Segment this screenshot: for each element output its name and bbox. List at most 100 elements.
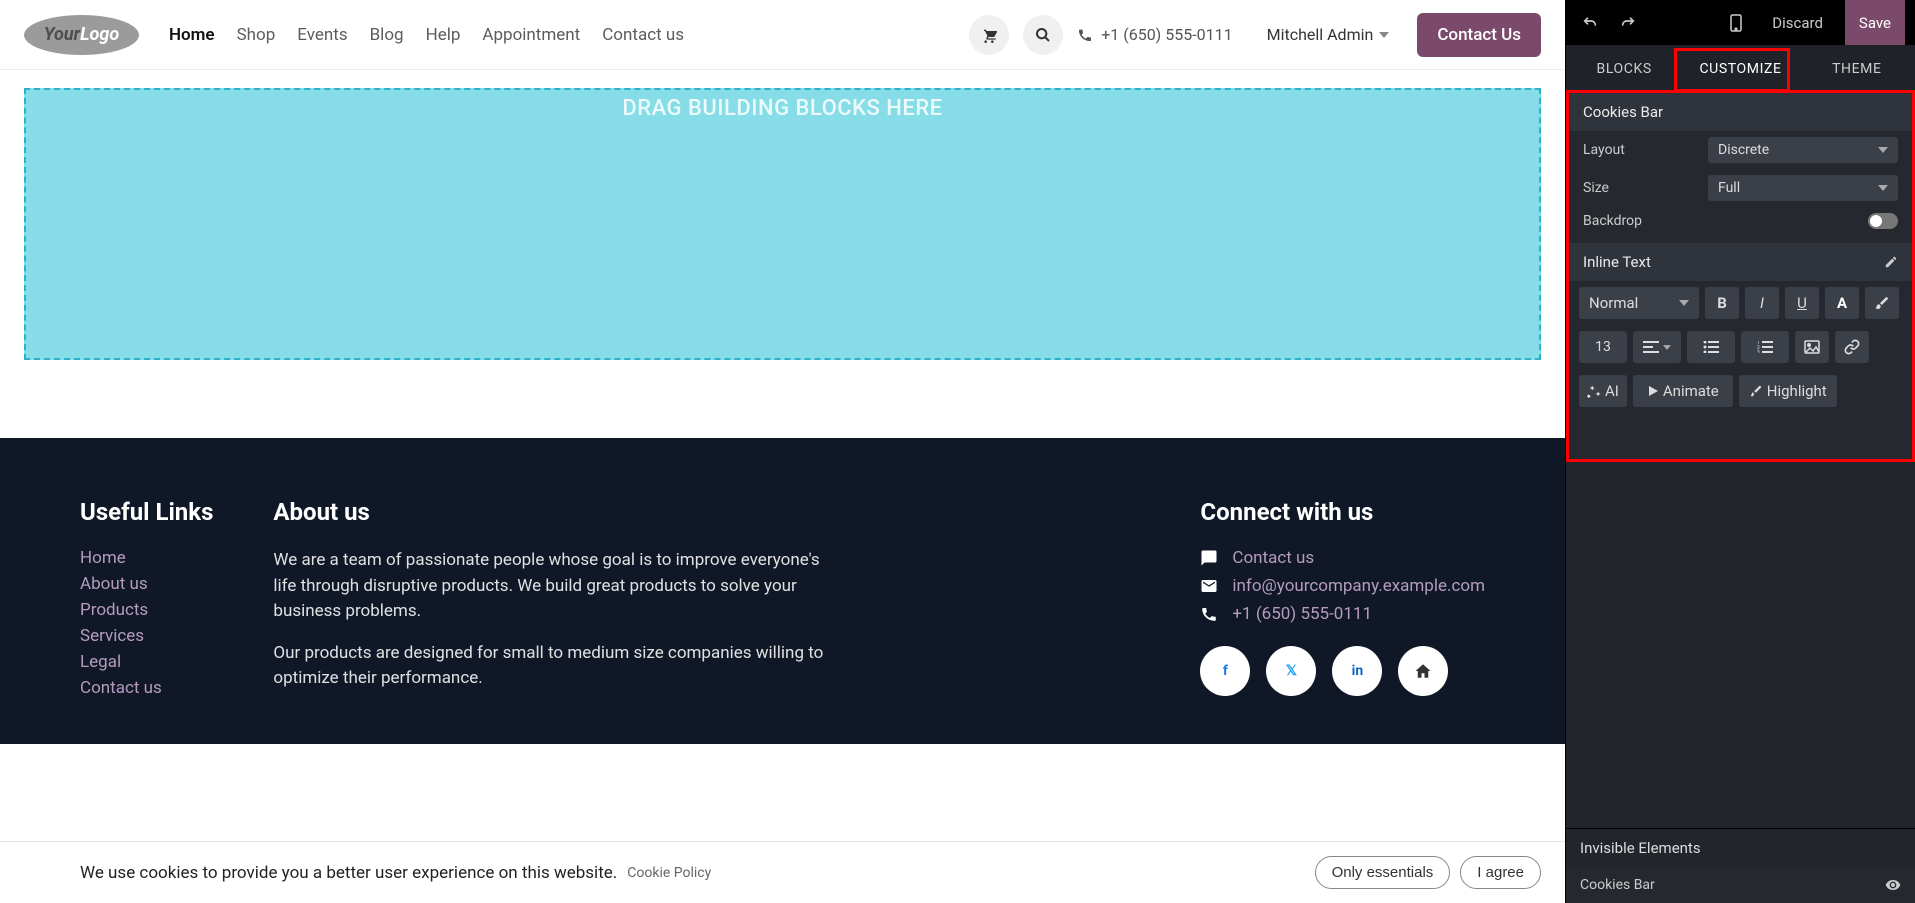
main-nav: Home Shop Events Blog Help Appointment C…	[169, 25, 684, 45]
cookies-bar: We use cookies to provide you a better u…	[0, 841, 1565, 903]
highlight-color-button[interactable]	[1865, 287, 1899, 319]
footer-link-products[interactable]: Products	[80, 600, 213, 620]
text-style-value: Normal	[1589, 294, 1638, 312]
bold-button[interactable]: B	[1705, 287, 1739, 319]
footer-link-services[interactable]: Services	[80, 626, 213, 646]
footer-email[interactable]: info@yourcompany.example.com	[1232, 576, 1485, 596]
nav-events[interactable]: Events	[297, 25, 347, 45]
size-select[interactable]: Full	[1708, 175, 1898, 201]
nav-home[interactable]: Home	[169, 25, 215, 45]
social-linkedin[interactable]: in	[1332, 646, 1382, 696]
size-value: Full	[1718, 180, 1740, 196]
highlight-button[interactable]: Highlight	[1739, 375, 1837, 407]
undo-button[interactable]	[1576, 9, 1604, 37]
invisible-item-cookies-bar[interactable]: Cookies Bar	[1566, 867, 1915, 903]
image-button[interactable]	[1795, 331, 1829, 363]
invisible-elements-section: Invisible Elements Cookies Bar	[1566, 828, 1915, 903]
discard-button[interactable]: Discard	[1760, 0, 1835, 45]
size-label: Size	[1583, 180, 1708, 196]
footer-link-about[interactable]: About us	[80, 574, 213, 594]
font-color-button[interactable]: A	[1825, 287, 1859, 319]
building-blocks-dropzone[interactable]: DRAG BUILDING BLOCKS HERE	[24, 88, 1541, 360]
animate-label: Animate	[1663, 382, 1719, 400]
pencil-icon[interactable]	[1884, 255, 1898, 269]
underline-button[interactable]: U	[1785, 287, 1819, 319]
cookie-policy-link[interactable]: Cookie Policy	[627, 865, 711, 881]
tab-customize[interactable]: CUSTOMIZE	[1682, 45, 1798, 92]
social-x[interactable]: 𝕏	[1266, 646, 1316, 696]
inline-text-title: Inline Text	[1583, 253, 1651, 271]
highlight-label: Highlight	[1767, 382, 1827, 400]
italic-button[interactable]: I	[1745, 287, 1779, 319]
section-inline-text: Inline Text	[1569, 243, 1912, 281]
cart-button[interactable]	[969, 15, 1009, 55]
invisible-elements-title: Invisible Elements	[1566, 829, 1915, 867]
header-phone: +1 (650) 555-0111	[1077, 25, 1232, 44]
phone-icon	[1200, 605, 1218, 623]
animate-button[interactable]: Animate	[1633, 375, 1733, 407]
ai-label: AI	[1605, 382, 1619, 400]
caret-down-icon	[1878, 185, 1888, 191]
ordered-list-button[interactable]: 123	[1741, 331, 1789, 363]
layout-value: Discrete	[1718, 142, 1769, 158]
site-footer: Useful Links Home About us Products Serv…	[0, 438, 1565, 744]
layout-label: Layout	[1583, 142, 1708, 158]
home-icon	[1414, 662, 1432, 680]
font-size-input[interactable]: 13	[1579, 331, 1627, 363]
dropzone-hint: DRAG BUILDING BLOCKS HERE	[622, 96, 942, 358]
redo-icon	[1620, 15, 1636, 31]
connect-title: Connect with us	[1200, 498, 1485, 526]
search-icon	[1035, 27, 1051, 43]
footer-link-home[interactable]: Home	[80, 548, 213, 568]
tab-blocks[interactable]: BLOCKS	[1566, 45, 1682, 92]
user-menu[interactable]: Mitchell Admin	[1267, 25, 1390, 44]
search-button[interactable]	[1023, 15, 1063, 55]
footer-phone[interactable]: +1 (650) 555-0111	[1232, 604, 1372, 624]
section-cookies-bar: Cookies Bar	[1569, 93, 1912, 131]
footer-contact-link[interactable]: Contact us	[1232, 548, 1314, 568]
list-ol-icon: 123	[1757, 341, 1773, 353]
unordered-list-button[interactable]	[1687, 331, 1735, 363]
nav-shop[interactable]: Shop	[237, 25, 276, 45]
prop-backdrop: Backdrop	[1569, 207, 1912, 243]
text-style-select[interactable]: Normal	[1579, 287, 1699, 319]
customize-panel: Cookies Bar Layout Discrete Size Full Ba…	[1566, 90, 1915, 462]
link-button[interactable]	[1835, 331, 1869, 363]
align-button[interactable]	[1633, 331, 1681, 363]
tab-theme[interactable]: THEME	[1799, 45, 1915, 92]
layout-select[interactable]: Discrete	[1708, 137, 1898, 163]
envelope-icon	[1200, 577, 1218, 595]
list-ul-icon	[1703, 341, 1719, 353]
nav-contact[interactable]: Contact us	[602, 25, 684, 45]
phone-number: +1 (650) 555-0111	[1101, 25, 1232, 44]
site-logo[interactable]: YourLogo	[24, 15, 139, 55]
link-icon	[1844, 339, 1860, 355]
nav-appointment[interactable]: Appointment	[482, 25, 580, 45]
eye-icon[interactable]	[1885, 877, 1901, 893]
brush-icon	[1874, 295, 1890, 311]
header-right: +1 (650) 555-0111 Mitchell Admin Contact…	[969, 13, 1541, 57]
save-button[interactable]: Save	[1845, 0, 1905, 45]
magic-wand-icon	[1587, 384, 1601, 398]
caret-down-icon	[1663, 345, 1671, 350]
phone-icon	[1077, 27, 1093, 43]
about-title: About us	[273, 498, 833, 526]
footer-link-legal[interactable]: Legal	[80, 652, 213, 672]
agree-button[interactable]: I agree	[1460, 856, 1541, 889]
nav-blog[interactable]: Blog	[370, 25, 404, 45]
mobile-icon	[1730, 14, 1742, 32]
redo-button[interactable]	[1614, 9, 1642, 37]
sidebar-empty	[1566, 462, 1915, 828]
mobile-preview-button[interactable]	[1722, 9, 1750, 37]
footer-about: About us We are a team of passionate peo…	[273, 498, 833, 704]
contact-us-button[interactable]: Contact Us	[1417, 13, 1541, 57]
social-home[interactable]	[1398, 646, 1448, 696]
backdrop-toggle[interactable]	[1868, 213, 1898, 229]
prop-layout: Layout Discrete	[1569, 131, 1912, 169]
caret-down-icon	[1679, 300, 1689, 306]
footer-link-contact[interactable]: Contact us	[80, 678, 213, 698]
only-essentials-button[interactable]: Only essentials	[1315, 856, 1451, 889]
nav-help[interactable]: Help	[426, 25, 461, 45]
ai-button[interactable]: AI	[1579, 375, 1627, 407]
social-facebook[interactable]: f	[1200, 646, 1250, 696]
